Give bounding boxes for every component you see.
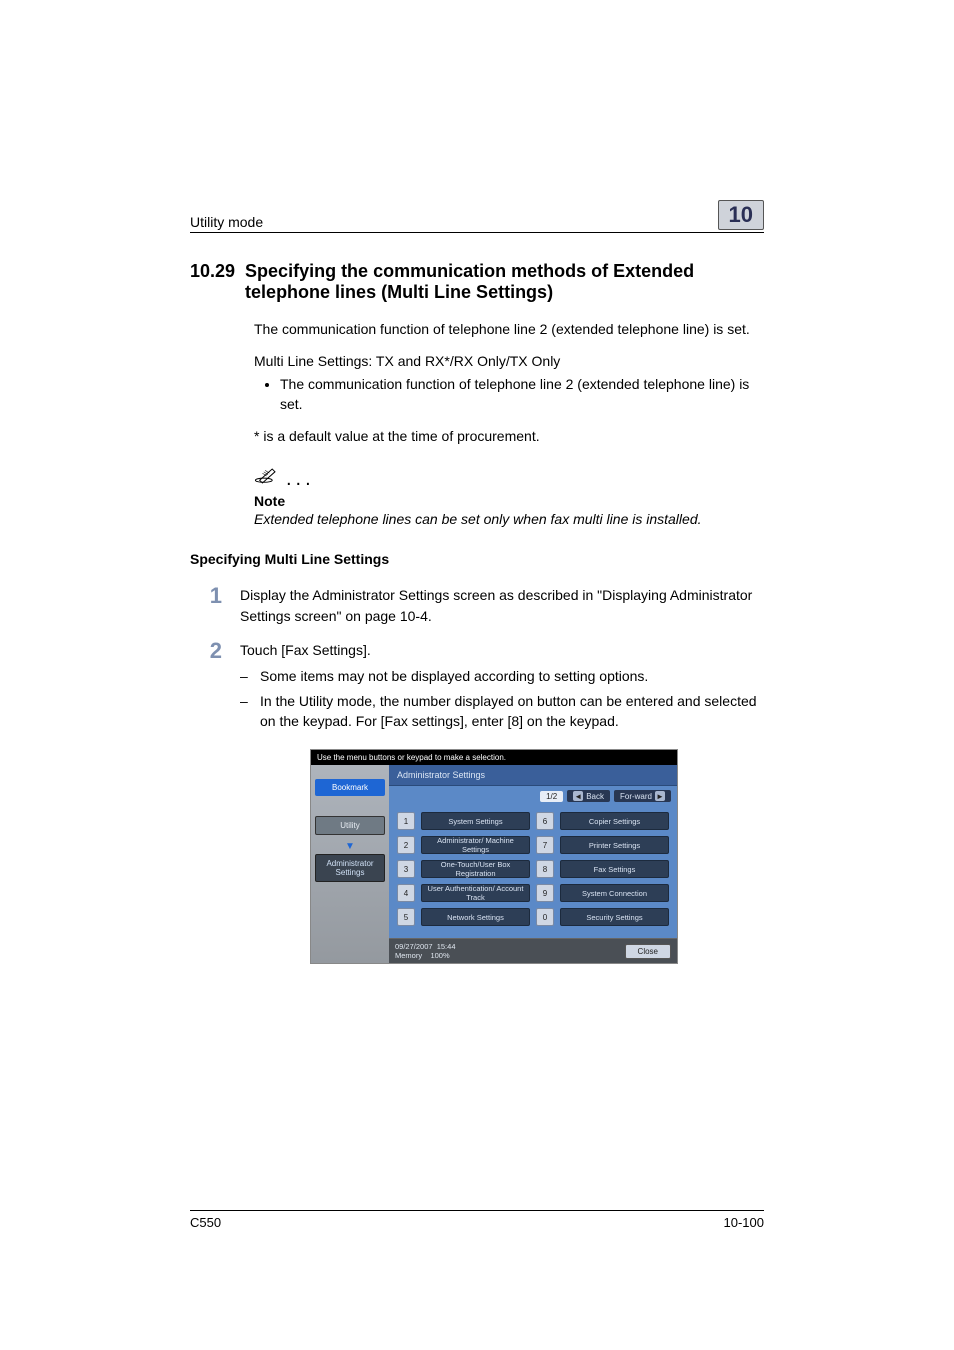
close-button[interactable]: Close	[625, 944, 671, 959]
arrow-right-icon: ►	[655, 791, 665, 801]
back-button[interactable]: ◄Back	[567, 790, 610, 802]
grid-key-3[interactable]: 3	[397, 860, 415, 878]
note-text: Extended telephone lines can be set only…	[254, 511, 764, 527]
step-number: 2	[200, 640, 222, 735]
arrow-left-icon: ◄	[573, 791, 583, 801]
bullet-item: The communication function of telephone …	[280, 374, 764, 415]
grid-key-2[interactable]: 2	[397, 836, 415, 854]
step-text: Touch [Fax Settings].	[240, 640, 764, 660]
grid-key-7[interactable]: 7	[536, 836, 554, 854]
back-label: Back	[586, 792, 604, 801]
section-heading: 10.29 Specifying the communication metho…	[190, 261, 764, 303]
step-subitem: In the Utility mode, the number displaye…	[240, 691, 764, 732]
pencil-icon	[254, 466, 282, 491]
section-title-text: Specifying the communication methods of …	[245, 261, 764, 303]
step-sublist: Some items may not be displayed accordin…	[240, 666, 764, 731]
procedure-subheading: Specifying Multi Line Settings	[190, 551, 764, 567]
footer-model: C550	[190, 1215, 221, 1230]
sidebar-tab-bookmark[interactable]: Bookmark	[315, 779, 385, 796]
step-text: Display the Administrator Settings scree…	[240, 585, 764, 626]
note-label: Note	[254, 493, 764, 509]
grid-key-6[interactable]: 6	[536, 812, 554, 830]
settings-button-grid: 1 System Settings 6 Copier Settings 2 Ad…	[389, 806, 677, 938]
step-1: 1 Display the Administrator Settings scr…	[190, 585, 764, 626]
grid-key-0[interactable]: 0	[536, 908, 554, 926]
chapter-number-box: 10	[718, 200, 764, 230]
footer-page-number: 10-100	[724, 1215, 764, 1230]
printer-settings-button[interactable]: Printer Settings	[560, 836, 669, 854]
running-title: Utility mode	[190, 214, 263, 230]
forward-label: For-ward	[620, 792, 652, 801]
grid-key-1[interactable]: 1	[397, 812, 415, 830]
sidebar-tab-utility[interactable]: Utility	[315, 816, 385, 835]
user-auth-account-button[interactable]: User Authentication/ Account Track	[421, 884, 530, 902]
network-settings-button[interactable]: Network Settings	[421, 908, 530, 926]
screenshot-sidebar: Bookmark Utility ▼ Administrator Setting…	[311, 765, 389, 963]
step-subitem: Some items may not be displayed accordin…	[240, 666, 764, 686]
paragraph-intro: The communication function of telephone …	[190, 319, 764, 339]
page-footer: C550 10-100	[190, 1210, 764, 1230]
chevron-down-icon: ▼	[311, 841, 389, 852]
screenshot-footer: 09/27/2007 15:44 Memory 100% Close	[389, 938, 677, 963]
note-dots-icon: ...	[286, 468, 315, 490]
screenshot-title-bar: Administrator Settings	[389, 765, 677, 786]
screenshot-status: 09/27/2007 15:44 Memory 100%	[395, 942, 456, 960]
screenshot-toolbar: 1/2 ◄Back For-ward►	[389, 786, 677, 806]
bullet-list: The communication function of telephone …	[190, 374, 764, 415]
forward-button[interactable]: For-ward►	[614, 790, 671, 802]
grid-key-5[interactable]: 5	[397, 908, 415, 926]
sidebar-tab-admin-settings[interactable]: Administrator Settings	[315, 854, 385, 882]
paragraph-default-note: * is a default value at the time of proc…	[190, 426, 764, 446]
grid-key-8[interactable]: 8	[536, 860, 554, 878]
system-settings-button[interactable]: System Settings	[421, 812, 530, 830]
paragraph-options: Multi Line Settings: TX and RX*/RX Only/…	[190, 351, 764, 371]
section-number: 10.29	[190, 261, 235, 303]
copier-settings-button[interactable]: Copier Settings	[560, 812, 669, 830]
page-indicator: 1/2	[540, 791, 563, 802]
system-connection-button[interactable]: System Connection	[560, 884, 669, 902]
onetouch-userbox-button[interactable]: One-Touch/User Box Registration	[421, 860, 530, 878]
embedded-screenshot: Use the menu buttons or keypad to make a…	[310, 749, 678, 964]
admin-machine-settings-button[interactable]: Administrator/ Machine Settings	[421, 836, 530, 854]
running-header: Utility mode 10	[190, 200, 764, 233]
note-block: ... Note Extended telephone lines can be…	[254, 466, 764, 527]
security-settings-button[interactable]: Security Settings	[560, 908, 669, 926]
fax-settings-button[interactable]: Fax Settings	[560, 860, 669, 878]
grid-key-4[interactable]: 4	[397, 884, 415, 902]
grid-key-9[interactable]: 9	[536, 884, 554, 902]
screenshot-hint-bar: Use the menu buttons or keypad to make a…	[311, 750, 677, 765]
step-2: 2 Touch [Fax Settings]. Some items may n…	[190, 640, 764, 735]
step-number: 1	[200, 585, 222, 626]
